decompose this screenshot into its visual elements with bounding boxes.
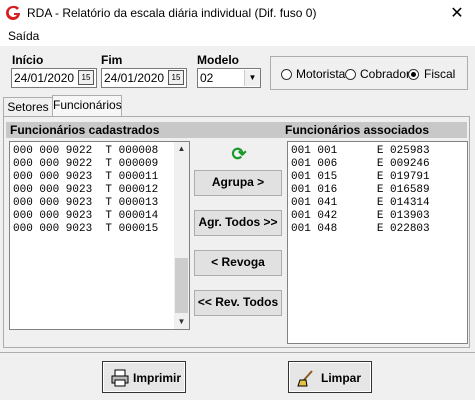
scrollbar-thumb[interactable] [175,258,188,313]
inicio-calendar-icon[interactable]: 15 [78,70,94,85]
list-item[interactable]: 001 048 E 022803 [291,223,430,236]
list-item[interactable]: 001 001 E 025983 [291,145,430,158]
fim-date-value: 24/01/2020 [104,71,165,85]
menu-bar: Saída [0,28,475,46]
cadastrados-header: Funcionários cadastrados [10,123,160,137]
radio-motorista-label[interactable]: Motorista [296,67,345,81]
fim-date-field[interactable]: 24/01/2020 15 [101,68,187,88]
revoga-todos-button[interactable]: << Rev. Todos [194,290,282,316]
cadastrados-listbox[interactable]: 000 000 9022 T 000008 000 000 9022 T 000… [9,141,190,330]
agrupa-todos-button[interactable]: Agr. Todos >> [194,210,282,236]
footer-divider [0,352,475,353]
modelo-value: 02 [200,71,214,85]
chevron-down-icon[interactable]: ▼ [244,70,260,86]
list-item[interactable]: 001 041 E 014314 [291,197,430,210]
radio-fiscal[interactable] [408,69,419,80]
associados-header: Funcionários associados [285,123,430,137]
eraser-broom-icon [297,370,313,387]
agrupa-button[interactable]: Agrupa > [194,170,282,196]
funcionarios-panel: Funcionários cadastrados Funcionários as… [3,116,470,348]
modelo-select[interactable]: 02 ▼ [197,68,261,88]
tab-setores[interactable]: Setores [3,97,53,117]
list-item[interactable]: 000 000 9022 T 000009 [13,158,158,171]
menu-item-saida[interactable]: Saída [8,29,39,43]
list-item[interactable]: 000 000 9023 T 000013 [13,197,158,210]
fim-label: Fim [101,53,123,67]
tab-funcionarios[interactable]: Funcionários [52,95,122,117]
radio-fiscal-label[interactable]: Fiscal [424,67,455,81]
list-item[interactable]: 001 042 E 013903 [291,210,430,223]
close-icon[interactable]: ✕ [446,4,468,24]
radio-motorista[interactable] [281,69,292,80]
associados-listbox[interactable]: 001 001 E 025983 001 006 E 009246 001 01… [287,141,468,344]
revoga-button[interactable]: < Revoga [194,250,282,276]
inicio-date-value: 24/01/2020 [14,71,75,85]
imprimir-button[interactable]: Imprimir [102,361,186,393]
list-item[interactable]: 000 000 9023 T 000011 [13,171,158,184]
scroll-up-icon[interactable]: ▲ [174,142,189,156]
title-bar: RDA - Relatório da escala diária individ… [0,0,475,28]
refresh-icon[interactable]: ⟳ [229,144,249,164]
fim-calendar-icon[interactable]: 15 [168,70,184,85]
list-item[interactable]: 001 015 E 019791 [291,171,430,184]
list-item[interactable]: 000 000 9023 T 000014 [13,210,158,223]
limpar-button[interactable]: Limpar [288,361,372,393]
window-title: RDA - Relatório da escala diária individ… [27,6,317,20]
scroll-down-icon[interactable]: ▼ [174,315,189,329]
list-item[interactable]: 001 016 E 016589 [291,184,430,197]
inicio-label: Início [12,53,44,67]
radio-cobrador[interactable] [345,69,356,80]
list-item[interactable]: 000 000 9023 T 000012 [13,184,158,197]
inicio-date-field[interactable]: 24/01/2020 15 [11,68,97,88]
role-radio-group: Motorista Cobrador Fiscal [270,56,468,90]
cadastrados-scrollbar[interactable]: ▲ ▼ [174,142,189,329]
imprimir-label: Imprimir [133,371,182,385]
list-item[interactable]: 001 006 E 009246 [291,158,430,171]
modelo-label: Modelo [197,53,239,67]
radio-cobrador-label[interactable]: Cobrador [360,67,410,81]
list-item[interactable]: 000 000 9023 T 000015 [13,223,158,236]
limpar-label: Limpar [321,371,362,385]
printer-icon [111,369,129,387]
app-logo-icon [6,5,20,20]
list-item[interactable]: 000 000 9022 T 000008 [13,145,158,158]
